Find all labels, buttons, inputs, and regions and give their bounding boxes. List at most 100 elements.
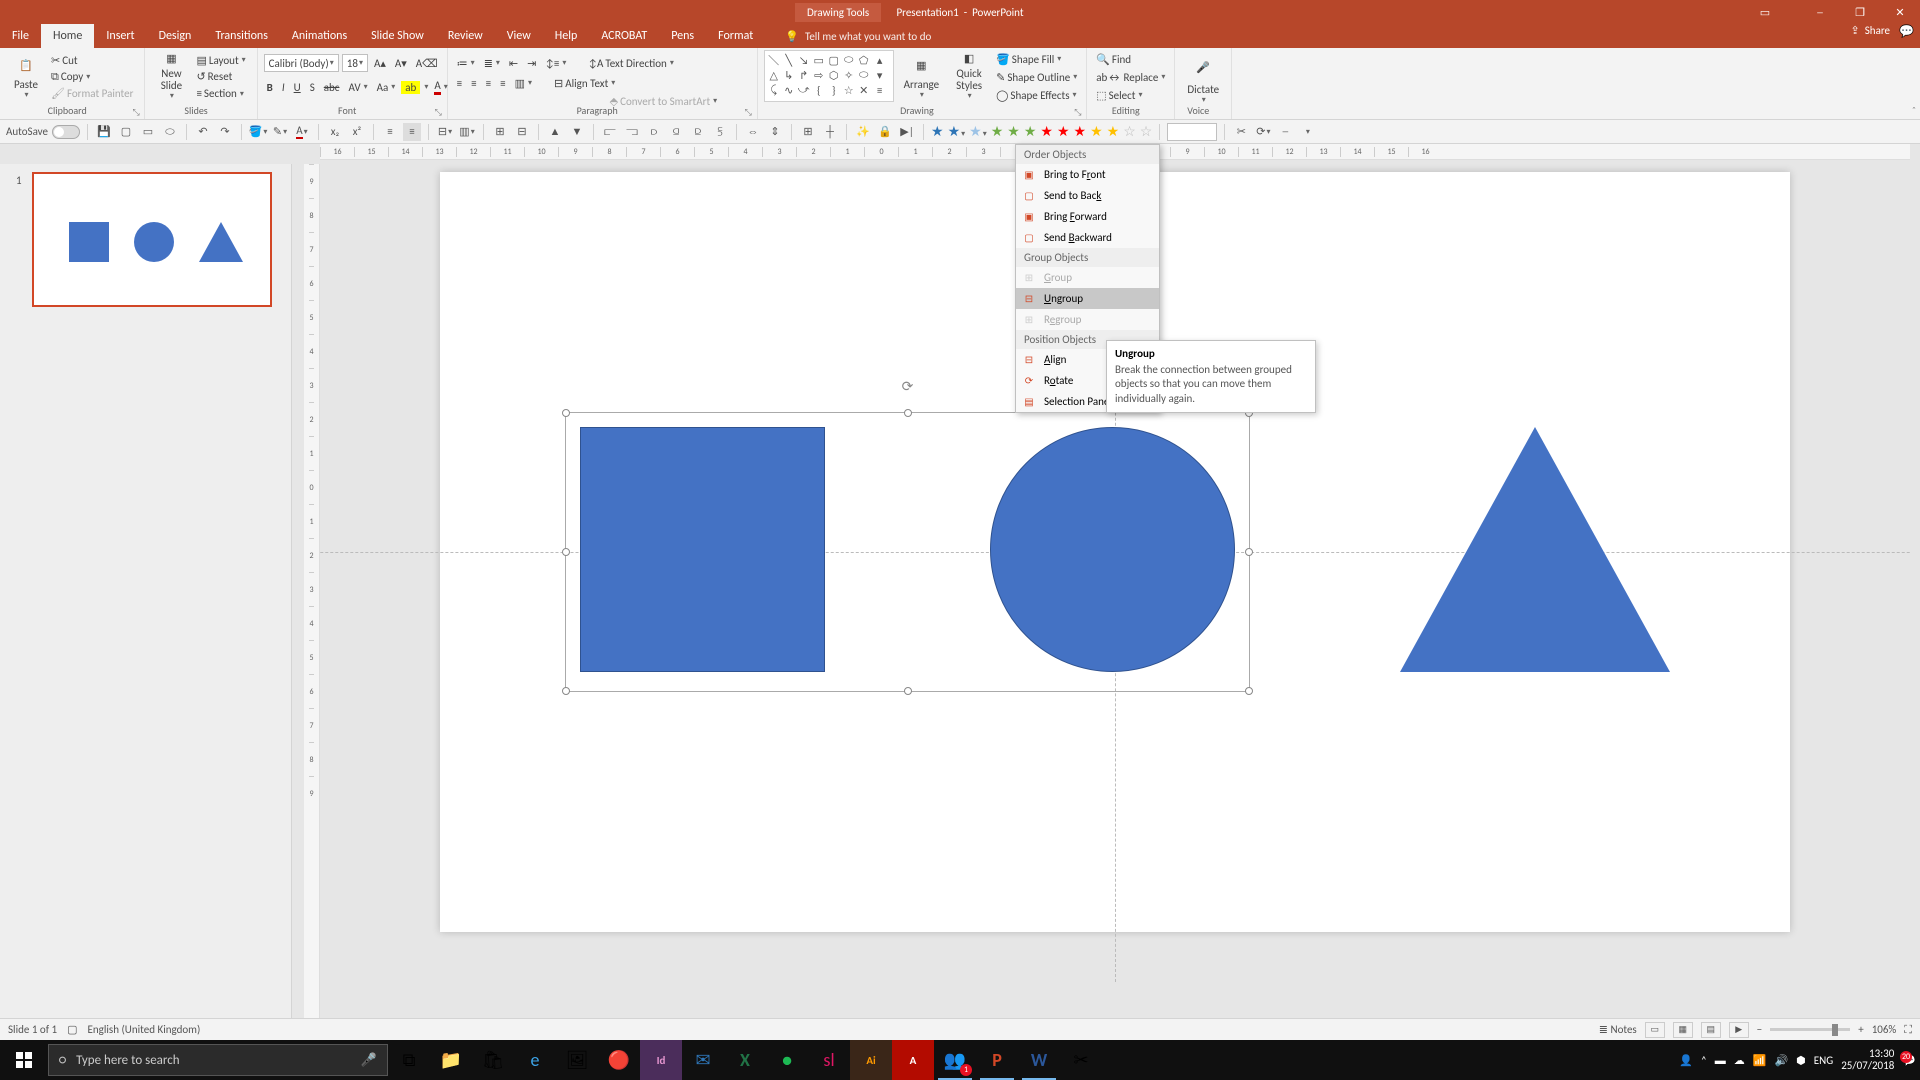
notes-button[interactable]: ≣ Notes (1599, 1023, 1637, 1036)
tab-animations[interactable]: Animations (280, 24, 359, 48)
shape-fill-button[interactable]: 🪣Shape Fill▾ (993, 52, 1080, 67)
align-right-button[interactable]: ≡ (483, 76, 494, 91)
star-green-1[interactable]: ★ (991, 123, 1004, 140)
outlook-icon[interactable]: ✉ (682, 1040, 724, 1080)
tab-slideshow[interactable]: Slide Show (359, 24, 436, 48)
qat-align-center[interactable]: ≡ (403, 123, 421, 141)
italic-button[interactable]: I (279, 80, 288, 95)
undo-button[interactable]: ↶ (194, 123, 212, 141)
tab-view[interactable]: View (495, 24, 543, 48)
font-launcher[interactable]: ⤡ (435, 107, 445, 117)
qat-fill-button[interactable]: 🪣▾ (249, 123, 267, 141)
qat-align-objects-b[interactable]: ⫓ (711, 123, 729, 141)
qat-text-input[interactable] (1167, 123, 1217, 141)
decrease-indent-button[interactable]: ⇤ (506, 56, 521, 71)
shapes-gallery[interactable]: ＼╲↘▭▢⬭⬠▴ △↳↱⇨⬡✧⬭▾ ⤹∿⤻{}☆✕≡ (764, 50, 894, 102)
paste-button[interactable]: 📋 Paste▾ (6, 50, 46, 104)
qat-align-objects-m[interactable]: ⫒ (689, 123, 707, 141)
qat-align-objects-r[interactable]: ⫐ (645, 123, 663, 141)
normal-view-button[interactable]: ▭ (1645, 1022, 1665, 1038)
zoom-level[interactable]: 106% (1872, 1023, 1897, 1036)
copy-button[interactable]: ⧉Copy▾ (48, 69, 136, 85)
shadow-button[interactable]: S (307, 80, 318, 95)
volume-icon[interactable]: 🔊 (1774, 1054, 1788, 1067)
ungroup-item[interactable]: ⊟Ungroup (1016, 288, 1159, 309)
teams-icon[interactable]: 👥1 (934, 1040, 976, 1080)
reset-button[interactable]: ↺Reset (193, 69, 248, 84)
decrease-font-button[interactable]: A▾ (392, 56, 410, 71)
qat-customize[interactable]: ▾ (1298, 123, 1316, 141)
tell-me-search[interactable]: 💡 Tell me what you want to do (785, 24, 931, 48)
qat-oval-button[interactable]: ⬭ (161, 123, 179, 141)
arrange-button[interactable]: ▦ Arrange▾ (898, 50, 945, 104)
ribbon-display-options-icon[interactable]: ▭ (1755, 6, 1775, 19)
close-button[interactable]: ✕ (1880, 0, 1920, 24)
qat-crop[interactable]: ✂ (1232, 123, 1250, 141)
zoom-slider[interactable] (1770, 1028, 1850, 1031)
clipboard-launcher[interactable]: ⤡ (132, 107, 142, 117)
taskbar-search[interactable]: ○ Type here to search 🎤 (48, 1044, 388, 1076)
dictate-button[interactable]: 🎤 Dictate▾ (1181, 50, 1225, 109)
tray-app-icon[interactable]: ⬢ (1796, 1054, 1806, 1067)
qat-align-objects-l[interactable]: ⫍ (601, 123, 619, 141)
tab-review[interactable]: Review (436, 24, 495, 48)
sorter-view-button[interactable]: ▦ (1673, 1022, 1693, 1038)
new-slide-button[interactable]: ▦ New Slide▾ (151, 50, 191, 104)
align-left-button[interactable]: ≡ (454, 76, 465, 91)
tab-pens[interactable]: Pens (659, 24, 706, 48)
qat-bring-forward[interactable]: ▲ (546, 123, 564, 141)
tab-format[interactable]: Format (706, 24, 765, 48)
qat-font-color[interactable]: A▾ (293, 123, 311, 141)
excel-icon[interactable]: X (724, 1040, 766, 1080)
text-direction-button[interactable]: ↕AText Direction▾ (585, 56, 676, 71)
drawing-launcher[interactable]: ⤡ (1074, 107, 1084, 117)
qat-more[interactable]: ─ (1276, 123, 1294, 141)
star-grey-1[interactable]: ☆ (1123, 123, 1136, 140)
start-button[interactable] (0, 1040, 48, 1080)
slack-icon[interactable]: sl (808, 1040, 850, 1080)
slide-thumbnail-1[interactable]: 1 (32, 172, 272, 307)
indesign-icon[interactable]: Id (640, 1040, 682, 1080)
task-view-button[interactable]: ⧉ (388, 1040, 430, 1080)
edge-icon[interactable]: e (514, 1040, 556, 1080)
replace-button[interactable]: ab↔Replace▾ (1093, 70, 1168, 85)
resize-handle-n[interactable] (904, 409, 912, 417)
qat-columns[interactable]: ▥▾ (458, 123, 476, 141)
tray-expand-icon[interactable]: ˄ (1701, 1054, 1707, 1067)
language-status[interactable]: English (United Kingdom) (88, 1023, 201, 1036)
chrome-icon[interactable]: 🔴 (598, 1040, 640, 1080)
powerpoint-icon[interactable]: P (976, 1040, 1018, 1080)
accessibility-icon[interactable]: ▢ (67, 1023, 77, 1036)
file-explorer-icon[interactable]: 📁 (430, 1040, 472, 1080)
increase-font-button[interactable]: A▴ (371, 56, 389, 71)
change-case-button[interactable]: Aa▾ (374, 80, 399, 95)
justify-button[interactable]: ≡ (497, 76, 508, 91)
snipping-icon[interactable]: ✂ (1060, 1040, 1102, 1080)
cut-button[interactable]: ✂Cut (48, 53, 136, 68)
underline-button[interactable]: U (291, 80, 304, 95)
shape-outline-button[interactable]: ✎Shape Outline▾ (993, 70, 1080, 85)
onedrive-icon[interactable]: ☁ (1734, 1054, 1745, 1067)
bullets-button[interactable]: ≔▾ (454, 56, 478, 71)
bold-button[interactable]: B (264, 80, 276, 95)
spacing-button[interactable]: AV▾ (345, 80, 370, 95)
bring-to-front-item[interactable]: ▣Bring to Front (1016, 164, 1159, 185)
tab-home[interactable]: Home (41, 24, 94, 48)
qat-wand[interactable]: ✨ (854, 123, 872, 141)
zoom-out-button[interactable]: − (1757, 1023, 1762, 1036)
find-button[interactable]: 🔍Find (1093, 52, 1168, 67)
word-icon[interactable]: W (1018, 1040, 1060, 1080)
slideshow-view-button[interactable]: ▶ (1729, 1022, 1749, 1038)
star-red-3[interactable]: ★ (1074, 123, 1087, 140)
slide-count[interactable]: Slide 1 of 1 (8, 1023, 57, 1036)
qat-group[interactable]: ⊞ (491, 123, 509, 141)
qat-dist-v[interactable]: ⇕ (766, 123, 784, 141)
numbering-button[interactable]: ≣▾ (481, 56, 503, 71)
photos-icon[interactable]: 🖼 (556, 1040, 598, 1080)
layout-button[interactable]: ▤Layout▾ (193, 53, 248, 68)
store-icon[interactable]: 🛍 (472, 1040, 514, 1080)
qat-ungroup[interactable]: ⊟ (513, 123, 531, 141)
taskbar-clock[interactable]: 13:30 25/07/2018 (1841, 1048, 1894, 1072)
minimize-button[interactable]: ─ (1800, 0, 1840, 24)
resize-handle-e[interactable] (1245, 548, 1253, 556)
